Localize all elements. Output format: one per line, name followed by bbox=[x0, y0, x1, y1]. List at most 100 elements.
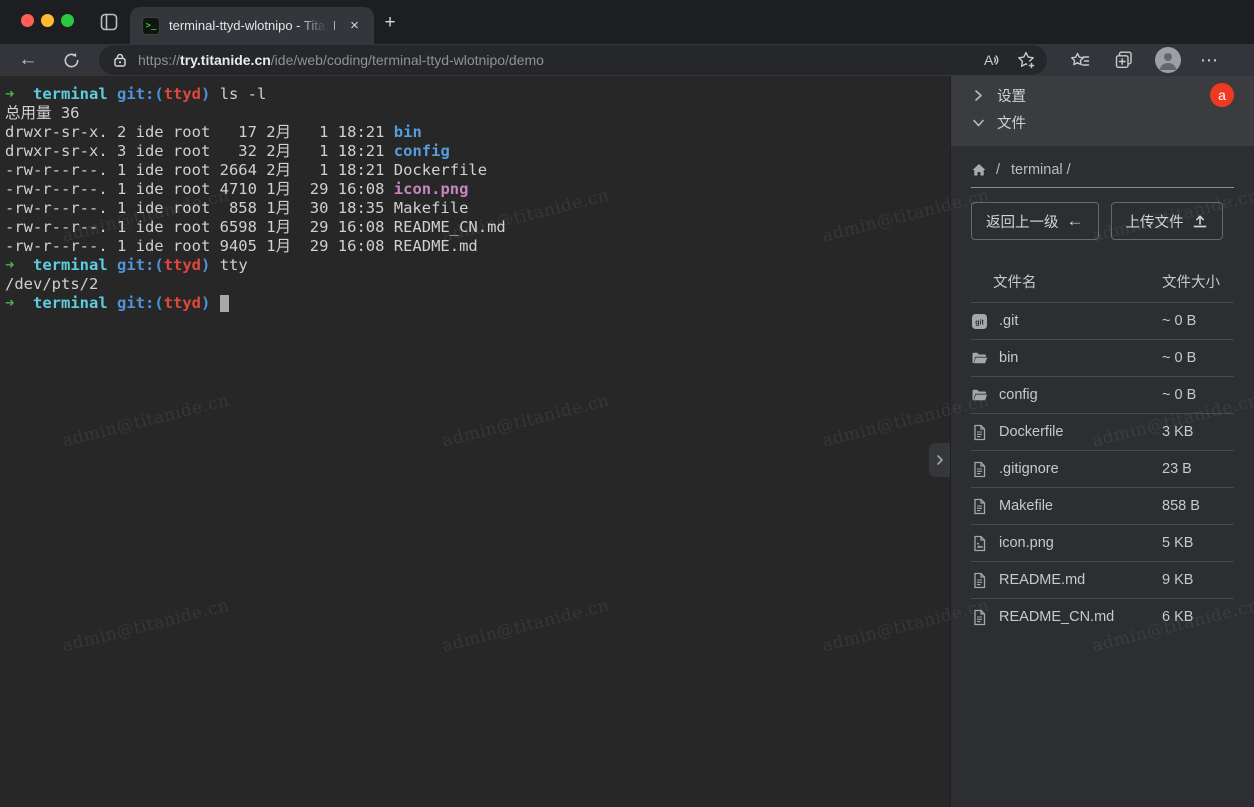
file-row[interactable]: Makefile858 B bbox=[971, 487, 1234, 524]
terminal-line: -rw-r--r--. 1 ide root 9405 1月 29 16:08 … bbox=[5, 237, 950, 256]
file-name: bin bbox=[999, 350, 1162, 366]
terminal-line: -rw-r--r--. 1 ide root 4710 1月 29 16:08 … bbox=[5, 180, 950, 199]
file-name: README_CN.md bbox=[999, 609, 1162, 625]
tab-close-icon[interactable]: × bbox=[345, 16, 364, 35]
tab-bar: >_ terminal-ttyd-wlotnipo - TitanI × + bbox=[0, 0, 1254, 44]
favorites-icon[interactable] bbox=[1069, 49, 1091, 71]
add-favorite-icon[interactable] bbox=[1015, 49, 1037, 71]
upload-icon bbox=[1192, 213, 1208, 229]
read-aloud-icon[interactable]: A bbox=[980, 49, 1002, 71]
breadcrumb-current[interactable]: terminal / bbox=[1011, 162, 1071, 178]
breadcrumb-root[interactable]: / bbox=[996, 162, 1000, 178]
size-column-header: 文件大小 bbox=[1162, 271, 1234, 292]
sidebar-collapse-handle[interactable] bbox=[929, 443, 950, 477]
terminal-line: 总用量 36 bbox=[5, 104, 950, 123]
new-tab-button[interactable]: + bbox=[380, 13, 400, 33]
terminal-line: -rw-r--r--. 1 ide root 2664 2月 1 18:21 D… bbox=[5, 161, 950, 180]
file-row[interactable]: .gitignore23 B bbox=[971, 450, 1234, 487]
file-size: 23 B bbox=[1162, 461, 1234, 477]
home-icon[interactable] bbox=[971, 162, 987, 178]
profile-avatar[interactable] bbox=[1155, 47, 1181, 73]
page-content: ➜ terminal git:(ttyd) ls -l总用量 36drwxr-s… bbox=[0, 76, 1254, 807]
terminal-line: ➜ terminal git:(ttyd) bbox=[5, 294, 950, 313]
breadcrumb-divider bbox=[971, 187, 1234, 188]
url-scheme: https:// bbox=[138, 52, 180, 68]
file-size: ~ 0 B bbox=[1162, 350, 1234, 366]
sidebar-item-files[interactable]: 文件 bbox=[951, 109, 1254, 136]
file-name: Dockerfile bbox=[999, 424, 1162, 440]
terminal-line: /dev/pts/2 bbox=[5, 275, 950, 294]
file-actions: 返回上一级 ← 上传文件 bbox=[971, 202, 1234, 240]
browser-toolbar: ← https://try.titanide.cn/ide/web/coding… bbox=[0, 44, 1254, 76]
file-icon bbox=[971, 609, 993, 626]
file-sidebar: 设置 a 文件 / terminal / bbox=[950, 76, 1254, 807]
files-label: 文件 bbox=[997, 112, 1026, 133]
file-row[interactable]: git .git~ 0 B bbox=[971, 302, 1234, 339]
file-table: 文件名 文件大小 git.git~ 0 Bbin~ 0 Bconfig~ 0 B… bbox=[971, 260, 1234, 635]
file-name: .gitignore bbox=[999, 461, 1162, 477]
close-window-button[interactable] bbox=[21, 14, 34, 27]
terminal-line: ➜ terminal git:(ttyd) tty bbox=[5, 256, 950, 275]
sidebar-item-settings[interactable]: 设置 a bbox=[951, 82, 1254, 109]
user-badge[interactable]: a bbox=[1210, 83, 1234, 107]
upload-button[interactable]: 上传文件 bbox=[1111, 202, 1223, 240]
file-row[interactable]: icon.png5 KB bbox=[971, 524, 1234, 561]
terminal-line: -rw-r--r--. 1 ide root 6598 1月 29 16:08 … bbox=[5, 218, 950, 237]
file-row[interactable]: Dockerfile3 KB bbox=[971, 413, 1234, 450]
file-name: .git bbox=[999, 313, 1162, 329]
terminal[interactable]: ➜ terminal git:(ttyd) ls -l总用量 36drwxr-s… bbox=[0, 76, 950, 807]
file-icon bbox=[971, 424, 993, 441]
back-icon[interactable]: ← bbox=[12, 49, 44, 71]
minimize-window-button[interactable] bbox=[41, 14, 54, 27]
file-name: README.md bbox=[999, 572, 1162, 588]
url-text: https://try.titanide.cn/ide/web/coding/t… bbox=[138, 52, 967, 68]
file-size: 3 KB bbox=[1162, 424, 1234, 440]
folder-icon bbox=[971, 350, 993, 367]
file-size: 858 B bbox=[1162, 498, 1234, 514]
file-row[interactable]: README.md9 KB bbox=[971, 561, 1234, 598]
tab-title-fade bbox=[298, 7, 334, 44]
settings-label: 设置 bbox=[997, 85, 1026, 106]
file-icon bbox=[971, 461, 993, 478]
file-size: 5 KB bbox=[1162, 535, 1234, 551]
url-path: /ide/web/coding/terminal-ttyd-wlotnipo/d… bbox=[271, 52, 544, 68]
file-size: ~ 0 B bbox=[1162, 313, 1234, 329]
url-bar[interactable]: https://try.titanide.cn/ide/web/coding/t… bbox=[99, 45, 1047, 75]
go-up-label: 返回上一级 bbox=[986, 211, 1059, 232]
terminal-output: ➜ terminal git:(ttyd) ls -l总用量 36drwxr-s… bbox=[5, 85, 950, 313]
git-icon: git bbox=[971, 313, 993, 330]
chevron-down-icon bbox=[972, 116, 985, 129]
maximize-window-button[interactable] bbox=[61, 14, 74, 27]
image-icon bbox=[971, 535, 993, 552]
chevron-right-icon bbox=[972, 89, 985, 102]
file-name: Makefile bbox=[999, 498, 1162, 514]
name-column-header: 文件名 bbox=[993, 271, 1162, 292]
browser-window: >_ terminal-ttyd-wlotnipo - TitanI × + ←… bbox=[0, 0, 1254, 807]
browser-tab[interactable]: >_ terminal-ttyd-wlotnipo - TitanI × bbox=[130, 7, 374, 44]
file-row[interactable]: bin~ 0 B bbox=[971, 339, 1234, 376]
terminal-line: drwxr-sr-x. 2 ide root 17 2月 1 18:21 bin bbox=[5, 123, 950, 142]
terminal-line: drwxr-sr-x. 3 ide root 32 2月 1 18:21 con… bbox=[5, 142, 950, 161]
file-table-header: 文件名 文件大小 bbox=[971, 260, 1234, 302]
terminal-line: -rw-r--r--. 1 ide root 858 1月 30 18:35 M… bbox=[5, 199, 950, 218]
settings-menu-icon[interactable]: ⋯ bbox=[1200, 50, 1219, 71]
file-name: icon.png bbox=[999, 535, 1162, 551]
file-row[interactable]: README_CN.md6 KB bbox=[971, 598, 1234, 635]
file-size: 6 KB bbox=[1162, 609, 1234, 625]
svg-text:git: git bbox=[975, 319, 984, 326]
file-name: config bbox=[999, 387, 1162, 403]
file-size: ~ 0 B bbox=[1162, 387, 1234, 403]
file-icon bbox=[971, 498, 993, 515]
terminal-favicon-icon: >_ bbox=[142, 17, 160, 35]
collections-icon[interactable] bbox=[1113, 49, 1135, 71]
breadcrumb: / terminal / bbox=[971, 162, 1234, 178]
upload-label: 上传文件 bbox=[1126, 211, 1184, 232]
refresh-icon[interactable] bbox=[55, 51, 87, 70]
lock-icon[interactable] bbox=[112, 52, 128, 68]
arrow-left-icon: ← bbox=[1067, 211, 1084, 231]
go-up-button[interactable]: 返回上一级 ← bbox=[971, 202, 1099, 240]
file-size: 9 KB bbox=[1162, 572, 1234, 588]
vertical-tabs-icon[interactable] bbox=[99, 12, 119, 32]
file-row[interactable]: config~ 0 B bbox=[971, 376, 1234, 413]
svg-text:A: A bbox=[984, 52, 994, 68]
